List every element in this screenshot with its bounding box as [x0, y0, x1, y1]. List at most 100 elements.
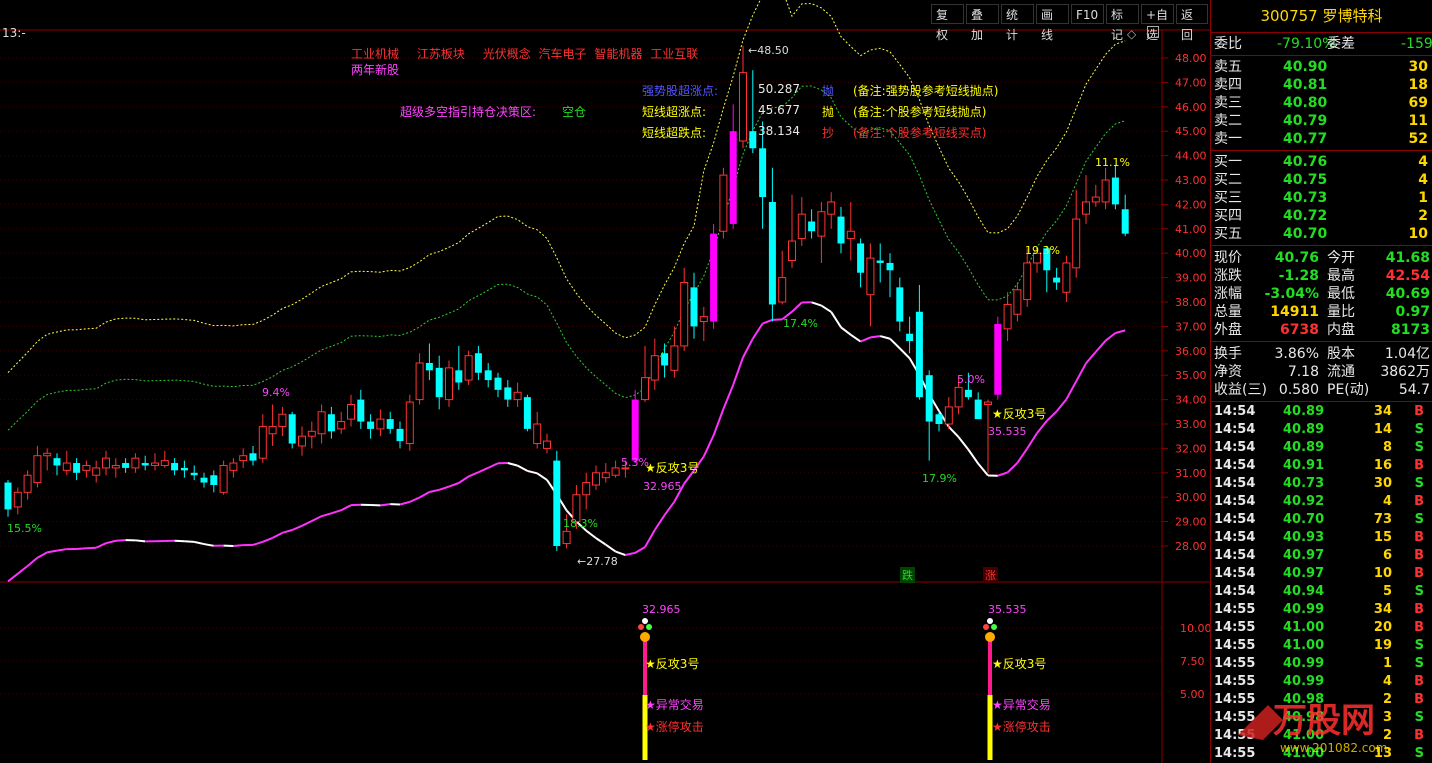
badge-rise: 涨: [983, 567, 998, 583]
sub-signal-counter: ★反攻3号: [645, 655, 699, 672]
candle-body: [1101, 179, 1110, 203]
counter-signal-2-value: 35.535: [988, 425, 1027, 438]
tag-concept-auto[interactable]: 汽车电子: [539, 47, 587, 61]
tick-time: 14:55: [1214, 602, 1256, 617]
toolbar-button[interactable]: 叠加: [966, 4, 999, 42]
candle-body: [778, 277, 787, 303]
candle-body: [249, 453, 257, 461]
low-mark: ←27.78: [577, 555, 618, 568]
level-volume: 4: [1418, 154, 1428, 170]
candle-body: [474, 353, 482, 373]
tick-row: 14:54 40.93 15 B: [1211, 529, 1432, 547]
tick-volume: 4: [1382, 494, 1392, 509]
tick-row: 14:55 40.99 1 S: [1211, 655, 1432, 673]
orderbook-row[interactable]: 卖二 40.79 11: [1211, 112, 1432, 130]
stat-label: 最低: [1327, 286, 1355, 302]
quote-panel: 300757 罗博特科 委比 -79.10% 委差 -159 卖五 40.90 30…: [1210, 0, 1432, 763]
signal-dot-icon: [642, 618, 648, 624]
candle-body: [601, 472, 610, 479]
candle-body: [210, 475, 218, 485]
collapse-icon[interactable]: ◇: [1127, 27, 1136, 41]
toolbar-button[interactable]: 复权: [931, 4, 964, 42]
sub-axis-label: 7.50: [1180, 655, 1205, 668]
tick-time: 14:54: [1214, 584, 1256, 599]
support-line-segment: [262, 536, 273, 543]
price-axis-label: 38.00: [1175, 296, 1207, 309]
tick-volume: 34: [1373, 404, 1392, 419]
tick-price: 41.00: [1283, 638, 1325, 653]
candle-body: [749, 131, 757, 149]
tick-row: 14:54 40.70 73 S: [1211, 511, 1432, 529]
signal-dot-icon: [991, 624, 997, 630]
tag-industry[interactable]: 工业机械: [351, 47, 399, 61]
toolbar-button[interactable]: F10: [1071, 4, 1104, 24]
price-axis-label: 34.00: [1175, 394, 1207, 407]
counter-signal-2: ★反攻3号: [992, 405, 1046, 422]
candle-body: [543, 440, 551, 449]
toolbar-button[interactable]: 画线: [1036, 4, 1069, 42]
orderbook-row[interactable]: 买三 40.73 1: [1211, 189, 1432, 207]
tag-new-stock[interactable]: 两年新股: [351, 61, 399, 78]
sub-signal-abnormal: ★异常交易: [645, 696, 704, 713]
stat-row: 现价 40.76 今开 41.68: [1211, 249, 1432, 267]
toolbar-button[interactable]: 返回: [1176, 4, 1208, 42]
candle-body: [846, 230, 855, 240]
candle-body: [23, 474, 32, 493]
support-line-segment: [791, 301, 803, 313]
orderbook-row[interactable]: 卖三 40.80 69: [1211, 94, 1432, 112]
tick-price: 40.89: [1283, 440, 1325, 455]
price-axis-label: 36.00: [1175, 345, 1207, 358]
tag-region[interactable]: 江苏板块: [417, 47, 465, 61]
tag-concept-iiot[interactable]: 工业互联: [650, 47, 698, 61]
orderbook-row[interactable]: 买二 40.75 4: [1211, 171, 1432, 189]
stat-row: 涨跌 -1.28 最高 42.54: [1211, 267, 1432, 285]
price-axis-label: 29.00: [1175, 516, 1207, 529]
orderbook-row[interactable]: 买一 40.76 4: [1211, 153, 1432, 171]
toolbar-button[interactable]: 统计: [1001, 4, 1034, 42]
tick-volume: 1: [1382, 656, 1392, 671]
strategy-label: 超级多空指引持仓决策区:: [400, 105, 537, 119]
candle-body: [690, 287, 698, 327]
tick-time: 14:54: [1214, 530, 1256, 545]
support-line-segment: [340, 504, 352, 512]
support-line-segment: [712, 408, 725, 436]
stat-label: 流通: [1327, 364, 1355, 380]
level-price: 40.90: [1283, 59, 1328, 75]
toolbar-button[interactable]: 标记: [1106, 4, 1139, 42]
price-axis-label: 43.00: [1175, 174, 1207, 187]
orderbook-row[interactable]: 卖四 40.81 18: [1211, 76, 1432, 94]
orderbook-row[interactable]: 卖一 40.77 52: [1211, 130, 1432, 148]
orderbook-row[interactable]: 买五 40.70 10: [1211, 225, 1432, 243]
tick-price: 40.89: [1283, 422, 1325, 437]
window-icon[interactable]: [1147, 26, 1159, 38]
star-icon: ★: [992, 657, 1003, 671]
stock-title[interactable]: 300757 罗博特科: [1211, 0, 1432, 33]
tick-row: 14:54 40.89 34 B: [1211, 403, 1432, 421]
level-volume: 69: [1408, 95, 1428, 111]
pct-label: 17.9%: [922, 472, 957, 485]
candle-body: [759, 148, 767, 198]
tag-concept-robot[interactable]: 智能机器: [594, 47, 642, 61]
tag-concept-pv[interactable]: 光伏概念: [483, 47, 531, 61]
candle-body: [641, 377, 649, 401]
tick-row: 14:55 41.00 20 B: [1211, 619, 1432, 637]
candle-body: [699, 316, 708, 323]
candle-body: [974, 399, 982, 420]
level-label: 卖五: [1214, 59, 1242, 75]
candle-body: [190, 472, 198, 476]
orderbook-row[interactable]: 卖五 40.90 30: [1211, 58, 1432, 76]
level-price: 40.75: [1283, 172, 1328, 188]
tick-price: 40.99: [1283, 602, 1325, 617]
level-label: 卖四: [1214, 77, 1242, 93]
tick-time: 14:55: [1214, 638, 1256, 653]
orderbook-row[interactable]: 买四 40.72 2: [1211, 207, 1432, 225]
support-line-segment: [301, 520, 313, 527]
kline-chart[interactable]: 48.00 47.00 46.00 45.00 44.00 43.00 42.00 41.00…: [0, 0, 1210, 763]
candle-body: [729, 131, 737, 224]
candle-body: [661, 353, 669, 366]
kline-chart-area[interactable]: 48.00 47.00 46.00 45.00 44.00 43.00 42.00 41.00…: [0, 0, 1210, 763]
weicha-value: -159: [1401, 36, 1432, 52]
toolbar-button[interactable]: +自选: [1141, 4, 1174, 42]
sub-signal-label: 反攻3号: [655, 657, 700, 671]
price-axis-label: 42.00: [1175, 198, 1207, 211]
